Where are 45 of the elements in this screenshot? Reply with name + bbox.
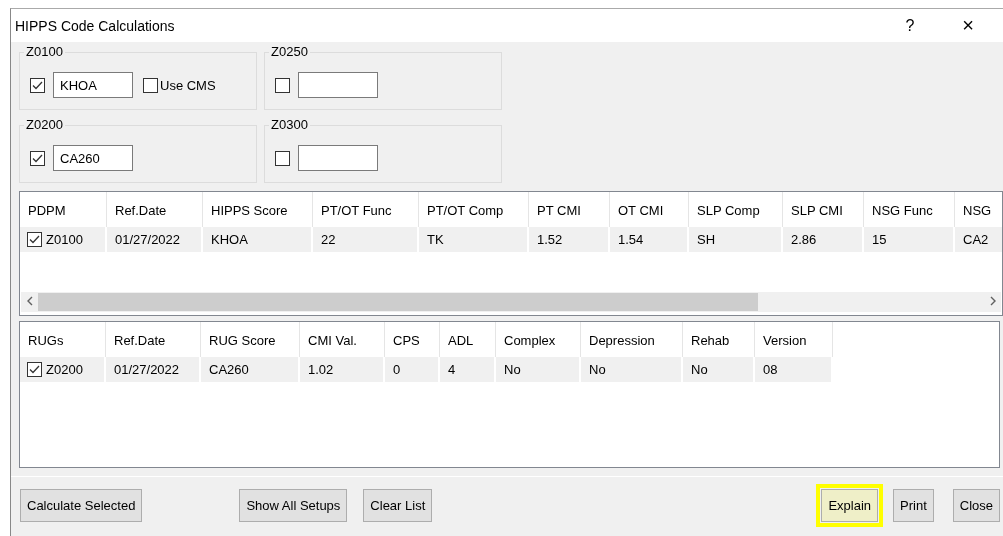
input-field[interactable] [298, 145, 378, 171]
table-cell-text: 1.52 [537, 231, 563, 249]
table-cell-text: KHOA [211, 231, 248, 249]
table-cell-text: 01/27/2022 [114, 361, 180, 379]
checkbox[interactable] [275, 77, 290, 93]
table-cell-text: Z0200 [46, 361, 83, 379]
table-cell-text: 15 [872, 231, 887, 249]
scroll-left-icon[interactable] [25, 296, 34, 306]
input-field[interactable]: KHOA [53, 72, 133, 98]
action-button[interactable]: Calculate Selected [20, 488, 143, 522]
action-button[interactable]: Show All Setups [239, 488, 348, 522]
window-title: HIPPS Code Calculations [15, 17, 176, 34]
table-cell-text: 22 [321, 231, 336, 249]
table-cell-text: 0 [393, 361, 401, 379]
scroll-right-icon[interactable] [988, 296, 997, 306]
table-cell-text: CA2 [963, 231, 989, 249]
table-cell-text: Z0100 [46, 231, 83, 249]
help-button[interactable]: ? [881, 16, 939, 35]
table-cell-text: CA260 [209, 361, 249, 379]
scrollbar-thumb[interactable] [38, 293, 758, 311]
checkbox-label[interactable]: Use CMS [160, 77, 216, 93]
table-cell-text: 08 [763, 361, 778, 379]
table-cell-text: 1.54 [618, 231, 644, 249]
table-cell-text: 4 [448, 361, 456, 379]
table-cell-text: 2.86 [791, 231, 817, 249]
checkbox[interactable] [143, 77, 158, 93]
input-field[interactable]: CA260 [53, 145, 133, 171]
input-field[interactable] [298, 72, 378, 98]
checkbox[interactable] [30, 150, 45, 166]
table-cell-text: 1.02 [308, 361, 334, 379]
table-cell-text: No [691, 361, 708, 379]
action-button[interactable]: Print [893, 488, 934, 522]
checkbox[interactable] [275, 150, 290, 166]
table-cell-text: SH [697, 231, 716, 249]
checkbox[interactable] [30, 77, 45, 93]
action-button[interactable]: Clear List [363, 488, 433, 522]
horizontal-scrollbar[interactable] [21, 292, 1001, 312]
table-cell-text: TK [427, 231, 444, 249]
table-cell-text: No [589, 361, 606, 379]
checkbox[interactable] [27, 362, 42, 377]
table-cell-text: No [504, 361, 521, 379]
table-cell-text: 01/27/2022 [115, 231, 181, 249]
close-button[interactable]: × [939, 14, 997, 37]
action-button[interactable]: Close [952, 488, 1000, 522]
checkbox[interactable] [27, 232, 42, 247]
